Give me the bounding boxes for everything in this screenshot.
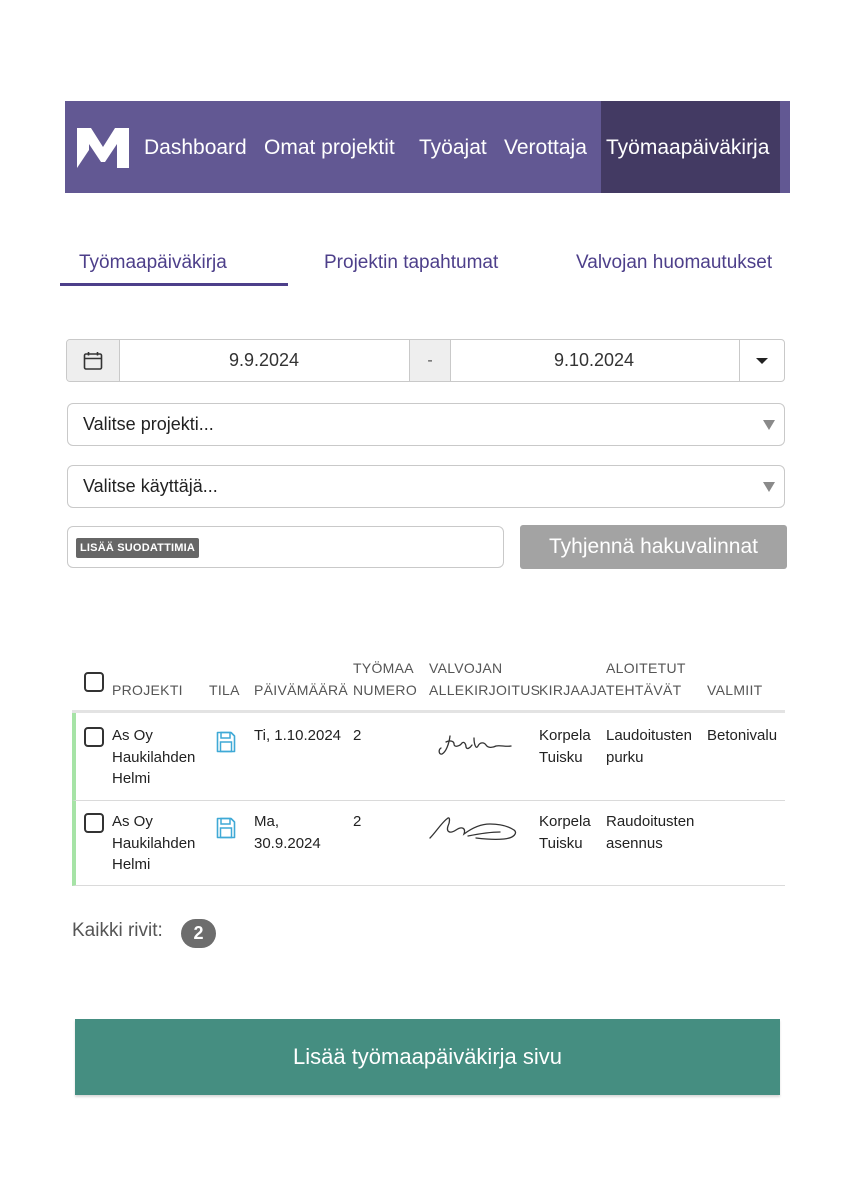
header-kirjaaja[interactable]: KIRJAAJA: [539, 679, 607, 701]
header-projekti[interactable]: PROJEKTI: [112, 679, 183, 701]
add-diary-page-button[interactable]: Lisää työmaapäiväkirja sivu: [75, 1019, 780, 1095]
clear-filters-button[interactable]: Tyhjennä hakuvalinnat: [520, 525, 787, 569]
date-to-input[interactable]: 9.10.2024: [450, 340, 738, 381]
header-valvojan-line2: ALLEKIRJOITUS: [429, 682, 541, 698]
header-tyomaa-line2: NUMERO: [353, 682, 418, 698]
row-checkbox[interactable]: [84, 813, 104, 833]
nav-tyoajat[interactable]: Työajat: [419, 101, 487, 193]
header-tila[interactable]: TILA: [209, 679, 240, 701]
row-tyomaa-numero: 2: [353, 727, 362, 744]
row-checkbox[interactable]: [84, 727, 104, 747]
save-icon[interactable]: [216, 731, 236, 753]
row-paivamaara-line: 30.9.2024: [254, 834, 321, 852]
select-all-checkbox[interactable]: [84, 672, 104, 692]
header-valmiit[interactable]: VALMIIT: [707, 679, 763, 701]
row-kirjaaja: Korpela Tuisku: [539, 811, 591, 854]
signature-icon: [438, 735, 512, 755]
row-kirjaaja-line: Korpela: [539, 727, 591, 744]
row-tyomaa-numero: 2: [353, 813, 362, 830]
date-range-picker: 9.9.2024 - 9.10.2024: [66, 339, 785, 382]
row-paivamaara: Ma, 30.9.2024: [254, 811, 321, 854]
row-projekti-line: As Oy: [112, 813, 153, 830]
add-filters-chip[interactable]: LISÄÄ SUODATTIMIA: [76, 538, 200, 558]
m-logo-icon[interactable]: [77, 128, 129, 168]
nav-omat-projektit[interactable]: Omat projektit: [264, 101, 395, 193]
row-valmiit: Betonivalu: [707, 727, 778, 744]
nav-dashboard[interactable]: Dashboard: [144, 101, 247, 193]
row-projekti: As Oy Haukilahden Helmi: [112, 811, 195, 876]
row-aloitetut-line: purku: [606, 748, 644, 766]
save-icon[interactable]: [216, 817, 236, 839]
calendar-button[interactable]: [67, 340, 120, 381]
header-tyomaa-line1: TYÖMAA: [353, 660, 414, 676]
chevron-down-icon: [763, 482, 775, 492]
top-navbar: Dashboard Omat projektit Työajat Verotta…: [65, 101, 790, 193]
header-valvojan-allekirjoitus[interactable]: VALVOJAN ALLEKIRJOITUS: [429, 657, 540, 701]
row-kirjaaja-line: Tuisku: [539, 748, 583, 766]
row-paivamaara-line: Ma,: [254, 813, 280, 830]
row-aloitetut: Raudoitusten asennus: [606, 811, 694, 854]
user-select-placeholder: Valitse käyttäjä...: [83, 476, 218, 496]
active-tab-indicator: [60, 283, 288, 286]
row-kirjaaja-line: Korpela: [539, 813, 591, 830]
row-aloitetut-line: Laudoitusten: [606, 727, 692, 744]
row-kirjaaja-line: Tuisku: [539, 834, 583, 852]
date-range-dropdown-button[interactable]: [739, 340, 785, 381]
row-projekti-line: Haukilahden: [112, 748, 196, 766]
row-projekti-line: Helmi: [112, 770, 151, 787]
row-projekti-line: Helmi: [112, 856, 151, 873]
header-paivamaara[interactable]: PÄIVÄMÄÄRÄ: [254, 679, 348, 701]
nav-verottaja[interactable]: Verottaja: [504, 101, 587, 193]
row-projekti: As Oy Haukilahden Helmi: [112, 725, 195, 790]
row-kirjaaja: Korpela Tuisku: [539, 725, 591, 768]
chevron-down-icon: [763, 420, 775, 430]
header-tyomaa-numero[interactable]: TYÖMAA NUMERO: [353, 657, 417, 701]
row-projekti-line: As Oy: [112, 727, 153, 744]
project-select-placeholder: Valitse projekti...: [83, 414, 214, 434]
header-aloitetut-line1: ALOITETUT: [606, 660, 686, 676]
header-aloitetut-tehtavat[interactable]: ALOITETUT TEHTÄVÄT: [606, 657, 686, 701]
tab-tyomaapaivakirja[interactable]: Työmaapäiväkirja: [79, 252, 227, 274]
row-aloitetut-line: Raudoitusten: [606, 813, 695, 830]
header-aloitetut-line2: TEHTÄVÄT: [606, 682, 682, 698]
row-paivamaara: Ti, 1.10.2024: [254, 727, 342, 744]
row-aloitetut: Laudoitusten purku: [606, 725, 692, 768]
tab-projektin-tapahtumat[interactable]: Projektin tapahtumat: [324, 252, 498, 274]
row-aloitetut-line: asennus: [606, 834, 663, 852]
project-select[interactable]: Valitse projekti...: [67, 403, 785, 446]
header-valvojan-line1: VALVOJAN: [429, 660, 503, 676]
nav-tyomaapaivakirja[interactable]: Työmaapäiväkirja: [601, 101, 781, 193]
date-range-separator: -: [409, 340, 451, 381]
signature-icon: [429, 817, 517, 841]
total-rows-label: Kaikki rivit:: [72, 920, 163, 941]
tab-valvojan-huomautukset[interactable]: Valvojan huomautukset: [576, 252, 772, 274]
row-projekti-line: Haukilahden: [112, 834, 196, 852]
calendar-icon: [83, 352, 103, 370]
user-select[interactable]: Valitse käyttäjä...: [67, 465, 785, 508]
date-from-input[interactable]: 9.9.2024: [119, 340, 409, 381]
filter-tags-input[interactable]: LISÄÄ SUODATTIMIA: [67, 526, 504, 568]
total-rows-badge: 2: [181, 919, 216, 948]
